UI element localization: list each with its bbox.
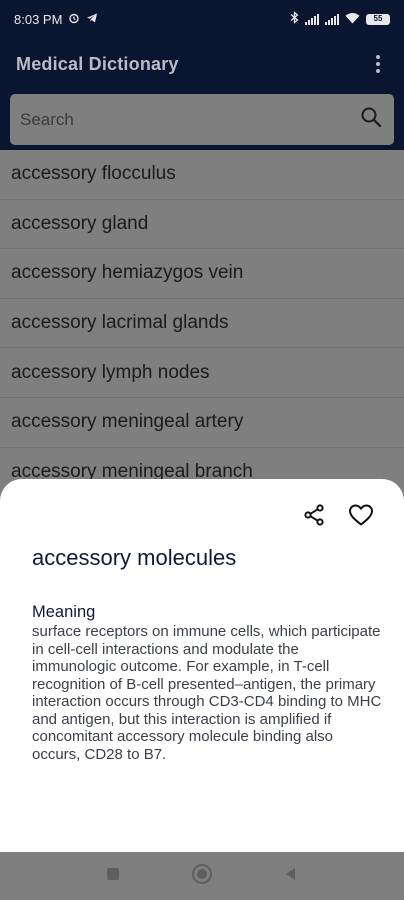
battery-icon: 55 xyxy=(366,13,390,25)
back-button[interactable] xyxy=(283,866,299,887)
heart-icon[interactable] xyxy=(348,503,374,532)
list-item[interactable]: accessory hemiazygos vein xyxy=(0,249,404,299)
search-icon[interactable] xyxy=(360,106,382,133)
status-time: 8:03 PM xyxy=(14,11,63,27)
app-bar: Medical Dictionary xyxy=(0,38,404,90)
app-title: Medical Dictionary xyxy=(16,53,179,74)
term-title: accessory molecules xyxy=(32,545,237,570)
list-item[interactable]: accessory lacrimal glands xyxy=(0,299,404,349)
list-item[interactable]: accessory lymph nodes xyxy=(0,348,404,398)
wifi-icon xyxy=(345,12,360,27)
term-list: accessory flocculus accessory gland acce… xyxy=(0,150,404,498)
list-item[interactable]: accessory meningeal artery xyxy=(0,398,404,448)
meaning-label: Meaning xyxy=(32,603,96,621)
list-item[interactable]: accessory gland xyxy=(0,200,404,250)
signal-icon-1 xyxy=(305,13,319,25)
definition-sheet: accessory molecules Meaning surface rece… xyxy=(0,479,404,852)
sheet-actions xyxy=(302,503,374,532)
telegram-icon xyxy=(86,12,98,27)
search-container xyxy=(0,90,404,150)
more-vert-icon[interactable] xyxy=(368,52,388,76)
share-icon[interactable] xyxy=(302,503,326,532)
alarm-icon xyxy=(68,12,80,27)
status-bar: 8:03 PM 55 xyxy=(0,0,404,38)
signal-icon-2 xyxy=(325,13,339,25)
recents-button[interactable] xyxy=(105,866,121,887)
search-box xyxy=(10,94,394,145)
search-input[interactable] xyxy=(20,109,360,130)
home-button[interactable] xyxy=(191,863,213,890)
list-item[interactable]: accessory flocculus xyxy=(0,150,404,200)
system-nav-bar xyxy=(0,852,404,900)
bluetooth-icon xyxy=(290,11,299,27)
meaning-text: surface receptors on immune cells, which… xyxy=(32,623,382,763)
